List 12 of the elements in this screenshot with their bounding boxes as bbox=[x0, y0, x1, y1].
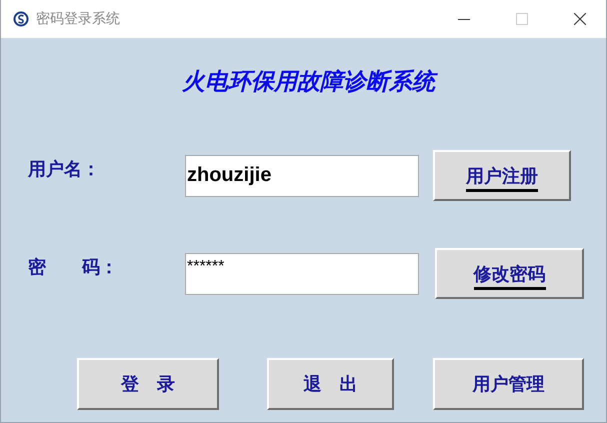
password-field[interactable]: ****** bbox=[185, 252, 419, 294]
action-button[interactable]: 用户管理 bbox=[433, 358, 584, 410]
field-label: 用户名： bbox=[28, 158, 101, 180]
action-button[interactable]: 退 出 bbox=[267, 358, 394, 410]
action-button[interactable]: 登 录 bbox=[77, 358, 219, 410]
username-field[interactable]: zhouzijie bbox=[185, 154, 419, 196]
app-logo-icon bbox=[13, 11, 29, 27]
close-icon[interactable] bbox=[574, 13, 586, 25]
field-label: 密 码： bbox=[28, 256, 119, 278]
side-button[interactable]: 修改密码 bbox=[435, 248, 584, 299]
window-title: 密码登录系统 bbox=[36, 10, 120, 28]
side-button[interactable]: 用户注册 bbox=[433, 150, 571, 201]
